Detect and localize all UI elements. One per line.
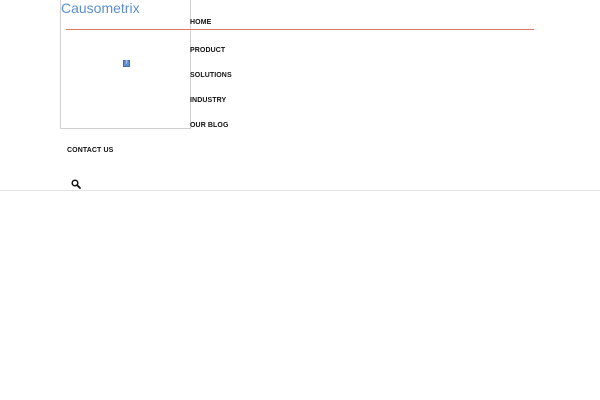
nav-item-our-blog[interactable]: OUR BLOG [190,122,229,129]
broken-image-icon: ? [123,60,130,67]
logo-container: ? [60,0,191,129]
nav-item-solutions[interactable]: SOLUTIONS [190,72,232,79]
page: ? Causometrix HOME PRODUCT SOLUTIONS IND… [0,0,600,400]
site-logo-link[interactable]: Causometrix [61,0,140,17]
search-icon [71,179,81,189]
nav-item-product[interactable]: PRODUCT [190,47,225,54]
nav-item-home[interactable]: HOME [190,19,211,26]
site-header: ? Causometrix HOME PRODUCT SOLUTIONS IND… [0,0,600,191]
search-button[interactable] [71,176,81,189]
nav-item-contact-us[interactable]: CONTACT US [67,147,113,154]
active-nav-underline [66,29,534,30]
nav-item-industry[interactable]: INDUSTRY [190,97,226,104]
